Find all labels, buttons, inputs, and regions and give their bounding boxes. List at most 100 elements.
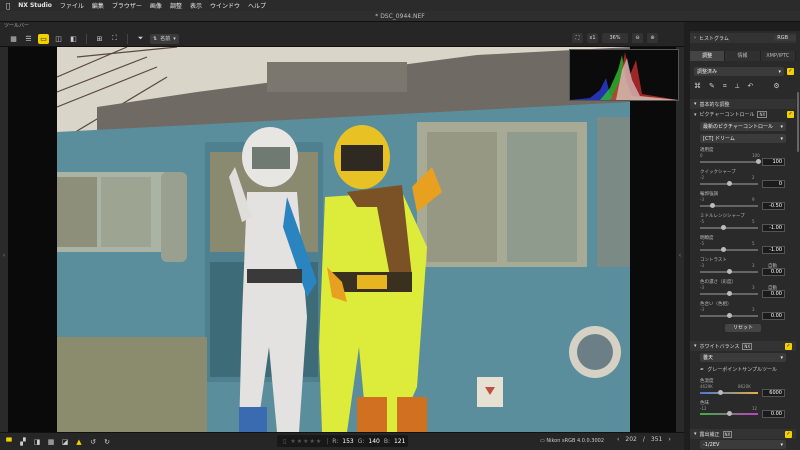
slider-value-input[interactable]: 0.00 xyxy=(762,290,785,298)
zoom-select[interactable]: 36% xyxy=(602,33,628,43)
exposure-select[interactable]: -1/2EV ▾ xyxy=(700,440,786,449)
menu-edit[interactable]: 編集 xyxy=(92,1,104,10)
fit-to-window-button[interactable]: ⛶ xyxy=(572,33,583,43)
slider-value-input[interactable]: -1.00 xyxy=(762,224,785,232)
slider-knob[interactable] xyxy=(726,181,732,186)
sort-select[interactable]: ⇅ 名前 ▾ xyxy=(150,33,179,44)
wb-section-header[interactable]: ▾ ホワイトバランス NX ✓ xyxy=(690,341,796,351)
picture-control-checkbox[interactable]: ✓ xyxy=(787,111,794,118)
apple-icon[interactable]:  xyxy=(6,2,10,10)
zoom-in-icon[interactable]: ⊕ xyxy=(647,33,658,43)
histogram-toggle-icon[interactable]: ▲ xyxy=(74,437,84,447)
tint-slider-knob[interactable] xyxy=(726,411,732,416)
slider-knob[interactable] xyxy=(709,203,715,208)
exposure-checkbox[interactable]: ✓ xyxy=(785,430,792,438)
slider-knob[interactable] xyxy=(720,247,726,252)
slider-knob[interactable] xyxy=(726,313,732,318)
menu-file[interactable]: ファイル xyxy=(60,1,84,10)
photo-preview[interactable] xyxy=(57,47,630,432)
wb-mode-select[interactable]: 曇天 ▾ xyxy=(700,353,786,362)
next-image-icon[interactable]: › xyxy=(668,436,670,443)
menu-adjust[interactable]: 調整 xyxy=(170,1,182,10)
picture-control-mode-select[interactable]: 最新のピクチャーコントロール ▾ xyxy=(700,122,786,131)
slider-value-input[interactable]: 0.00 xyxy=(762,312,785,320)
wb-checkbox[interactable]: ✓ xyxy=(785,342,792,350)
rotate-right-icon[interactable]: ↻ xyxy=(102,437,112,447)
before-after-icon[interactable]: ◨ xyxy=(32,437,42,447)
temp-slider-track[interactable] xyxy=(700,392,758,394)
settings-icon[interactable]: ⚙ xyxy=(773,82,779,91)
filter-icon[interactable]: ⏷ xyxy=(135,34,146,44)
menu-window[interactable]: ウインドウ xyxy=(210,1,240,10)
crop-icon[interactable]: ⌗ xyxy=(723,82,727,91)
basic-section-header[interactable]: ▾ 基本的な調整 xyxy=(690,99,796,109)
slider-max: 3 xyxy=(752,263,755,268)
tab-info[interactable]: 情報 xyxy=(725,51,761,61)
zoom-out-icon[interactable]: ⊖ xyxy=(632,33,643,43)
compare-view-icon[interactable]: ◧ xyxy=(68,34,79,44)
slider-value-input[interactable]: 100 xyxy=(762,158,785,166)
prev-image-icon[interactable]: ‹ xyxy=(617,436,619,443)
right-panel-toggle[interactable]: ‹ xyxy=(676,47,684,432)
slider-value-input[interactable]: -0.50 xyxy=(762,202,785,210)
wb-mode-value: 曇天 xyxy=(703,355,714,361)
app-menu[interactable]: NX Studio xyxy=(18,2,52,9)
menu-view[interactable]: 表示 xyxy=(190,1,202,10)
exposure-section-header[interactable]: ▾ 露出補正 NX ✓ xyxy=(690,429,796,439)
histogram-section-header[interactable]: › ヒストグラム RGB xyxy=(690,33,796,43)
slider-knob[interactable] xyxy=(720,225,726,230)
temp-slider-knob[interactable] xyxy=(717,390,723,395)
display-options-icon[interactable]: ⊞ xyxy=(94,34,105,44)
slider-value-input[interactable]: 0 xyxy=(762,180,785,188)
histogram-chart xyxy=(570,52,678,100)
highlight-icon[interactable]: ◪ xyxy=(60,437,70,447)
retouch-icon[interactable]: ⌘ xyxy=(694,82,701,91)
undo-icon[interactable]: ↶ xyxy=(748,82,754,91)
menu-browser[interactable]: ブラウザー xyxy=(112,1,142,10)
protect-icon[interactable]: ▯ xyxy=(283,438,286,445)
chevron-down-icon: ▾ xyxy=(780,123,783,130)
menu-image[interactable]: 画像 xyxy=(150,1,162,10)
list-view-icon[interactable]: ☰ xyxy=(23,34,34,44)
picture-control-preset-select[interactable]: [CT] ドリーム ▾ xyxy=(700,134,786,143)
pager: ‹ 202 / 351 › xyxy=(617,436,671,443)
reset-button[interactable]: リセット xyxy=(725,324,761,332)
slider-track[interactable] xyxy=(700,205,758,207)
slider-knob[interactable] xyxy=(726,291,732,296)
menu-help[interactable]: ヘルプ xyxy=(248,1,266,10)
preset-checkbox[interactable]: ✓ xyxy=(787,68,794,75)
label-icon[interactable]: ▀ xyxy=(4,437,14,447)
tab-adjust[interactable]: 調整 xyxy=(690,51,726,61)
preset-select[interactable]: 調整済み ▾ xyxy=(694,67,784,76)
tab-xmp[interactable]: XMP/IPTC xyxy=(760,51,796,61)
gray-point-tool[interactable]: ✒ グレーポイントサンプルツール xyxy=(700,366,800,374)
panel-scrollbar[interactable] xyxy=(797,92,799,152)
temp-max: 8620K xyxy=(738,384,751,389)
left-panel-toggle[interactable]: › xyxy=(0,47,8,432)
slider-label: クイックシャープ xyxy=(700,170,736,175)
rotate-left-icon[interactable]: ↺ xyxy=(88,437,98,447)
straighten-icon[interactable]: ⟂ xyxy=(735,82,740,91)
histogram-channel-select[interactable]: RGB xyxy=(774,35,796,41)
fit-screen-icon[interactable]: ⛶ xyxy=(109,34,120,44)
zoom-1x-button[interactable]: x1 xyxy=(587,33,598,43)
slider-value-input[interactable]: -1.00 xyxy=(762,246,785,254)
temp-value-input[interactable]: 6000 xyxy=(762,389,785,397)
slider-track[interactable] xyxy=(700,249,758,251)
grid-view-icon[interactable]: ▦ xyxy=(8,34,19,44)
filmstrip-view-icon[interactable]: ◫ xyxy=(53,34,64,44)
slider-auto-label[interactable]: 自動 xyxy=(768,285,777,291)
slider-track[interactable] xyxy=(700,227,758,229)
rating-stars[interactable]: ★★★★★ xyxy=(290,438,322,445)
multi-select-icon[interactable]: ▞ xyxy=(18,437,28,447)
slider-value-input[interactable]: 0.00 xyxy=(762,268,785,276)
brush-icon[interactable]: ✎ xyxy=(709,82,715,91)
single-view-icon[interactable]: ▭ xyxy=(38,33,49,44)
slider-knob[interactable] xyxy=(755,159,761,164)
slider-auto-label[interactable]: 自動 xyxy=(768,263,777,269)
slider-knob[interactable] xyxy=(726,269,732,274)
tool-row: ⌘ ✎ ⌗ ⟂ ↶ ⚙ xyxy=(694,82,800,91)
grid-overlay-icon[interactable]: ▦ xyxy=(46,437,56,447)
slider-track[interactable] xyxy=(700,161,758,163)
tint-value-input[interactable]: 0.00 xyxy=(762,410,785,418)
